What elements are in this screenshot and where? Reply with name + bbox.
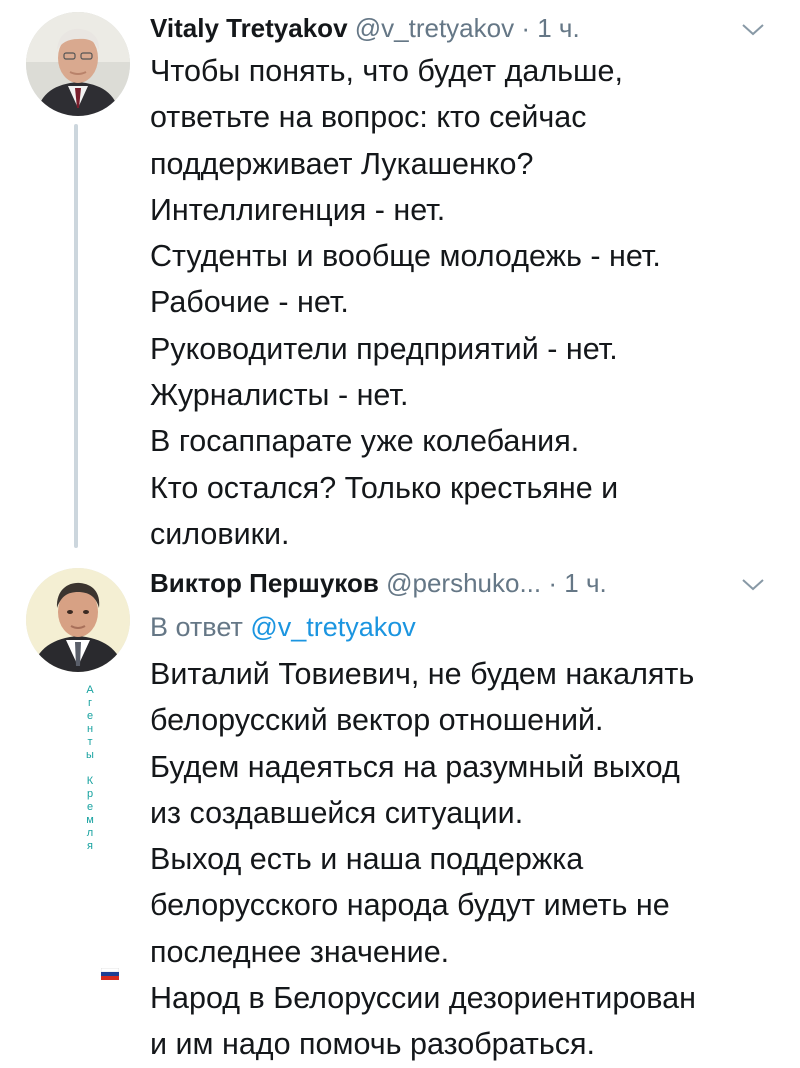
badge-letter: ы [86,749,94,761]
badge-letter: е [86,710,94,722]
text-line: из создавшейся ситуации. [150,795,524,830]
text-line: В госаппарате уже колебания. [150,424,580,459]
avatar-viktor [26,568,130,672]
timestamp[interactable]: 1 ч. [537,13,579,43]
separator: · [548,568,558,598]
text-line: и им надо помочь разобраться. [150,1027,596,1062]
text-line: Будем надеяться на разумный выход [150,749,680,784]
tweet-viktor[interactable]: Виктор Першуков @pershuko... · 1 ч. В от… [0,555,800,1065]
badge-letter: н [86,723,94,735]
text-line: Выход есть и наша поддержка [150,842,584,877]
chevron-down-icon[interactable] [740,22,766,38]
reply-prefix: В ответ [150,612,243,642]
timestamp[interactable]: 1 ч. [564,568,606,598]
display-name[interactable]: Виктор Першуков [150,568,379,598]
avatar-vitaly [26,12,130,116]
text-line: Рабочие - нет. [150,285,349,320]
russian-flag-icon [101,968,119,980]
badge-letter: т [87,736,93,748]
text-line: силовики. [150,516,290,551]
tweet-text: Чтобы понять, что будет дальше, ответьте… [150,48,780,557]
badge-letter: я [87,840,93,852]
text-line: Чтобы понять, что будет дальше, [150,54,623,88]
badge-letter: К [86,775,94,787]
text-line: Виталий Товиевич, не будем накалять [150,657,695,691]
text-line: Студенты и вообще молодежь - нет. [150,239,661,274]
text-line: ответьте на вопрос: кто сейчас [150,100,587,135]
badge-letter: м [86,814,94,826]
tweet-header: Vitaly Tretyakov @v_tretyakov · 1 ч. [150,10,770,46]
reply-context: В ответ @v_tretyakov [150,609,416,645]
tweet-text: Виталий Товиевич, не будем накалять бело… [150,651,780,1068]
display-name[interactable]: Vitaly Tretyakov [150,13,348,43]
badge-letter: л [86,827,94,839]
text-line: Кто остался? Только крестьяне и [150,470,619,505]
badge-letter: р [86,788,94,800]
badge-letter: А [86,684,94,696]
tweet-header: Виктор Першуков @pershuko... · 1 ч. [150,565,770,601]
text-line: Журналисты - нет. [150,378,409,413]
text-line: Руководители предприятий - нет. [150,331,618,366]
text-line: белорусского народа будут иметь не [150,888,670,923]
separator: · [521,13,531,43]
user-handle[interactable]: @v_tretyakov [355,13,514,43]
reply-handle-link[interactable]: @v_tretyakov [250,612,415,642]
user-handle[interactable]: @pershuko... [386,568,541,598]
vertical-badge-text: А г е н т ы К р е м л я [82,684,98,853]
chevron-down-icon[interactable] [740,577,766,593]
avatar[interactable] [26,12,130,116]
thread-line [74,124,78,548]
avatar[interactable] [26,568,130,672]
badge-letter: г [87,697,92,709]
text-line: Интеллигенция - нет. [150,192,446,227]
badge-letter [82,762,98,775]
text-line: последнее значение. [150,934,450,969]
badge-letter: е [86,801,94,813]
tweet-vitaly[interactable]: Vitaly Tretyakov @v_tretyakov · 1 ч. Что… [0,0,800,555]
text-line: поддерживает Лукашенко? [150,146,534,181]
text-line: белорусский вектор отношений. [150,703,604,738]
text-line: Народ в Белоруссии дезориентирован [150,981,696,1016]
